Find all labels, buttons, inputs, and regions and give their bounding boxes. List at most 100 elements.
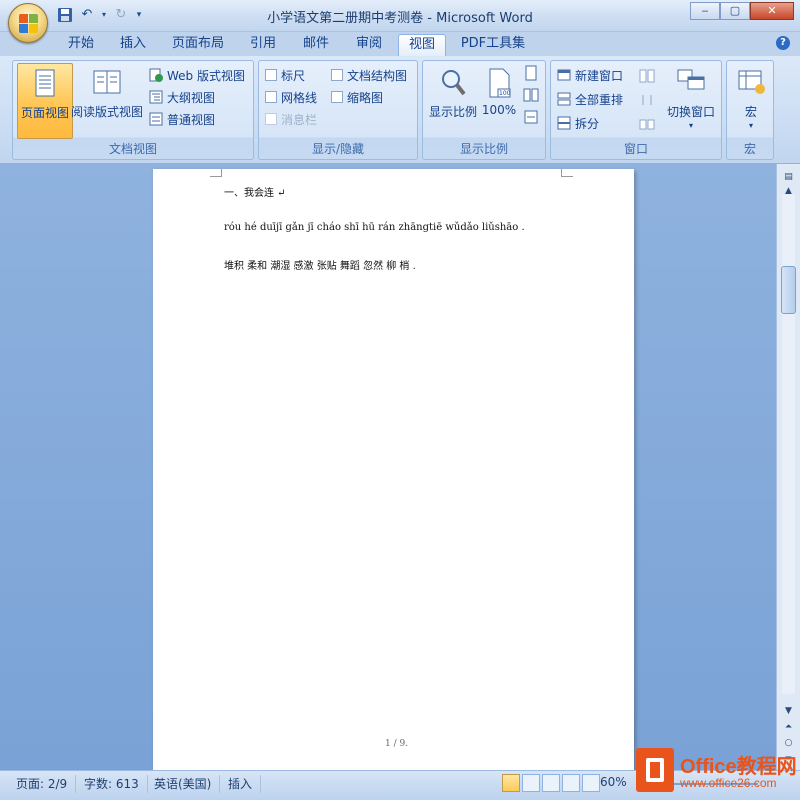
watermark-url: www.office26.com bbox=[680, 776, 777, 790]
zoom-100-label: 100% bbox=[481, 103, 517, 117]
arrange-all-button[interactable]: 全部重排 bbox=[557, 89, 623, 109]
close-button[interactable]: ✕ bbox=[750, 2, 794, 20]
thumbnails-checkbox[interactable]: 缩略图 bbox=[331, 87, 383, 107]
web-layout-label: Web 版式视图 bbox=[167, 68, 245, 83]
arrange-all-icon bbox=[557, 92, 571, 106]
web-layout-icon bbox=[149, 68, 163, 82]
status-page[interactable]: 页面: 2/9 bbox=[8, 775, 77, 793]
gridlines-checkbox[interactable]: 网格线 bbox=[265, 87, 317, 107]
print-layout-view-icon[interactable] bbox=[502, 774, 520, 792]
draft-view-icon[interactable] bbox=[582, 774, 600, 792]
two-pages-icon[interactable] bbox=[523, 87, 539, 103]
window-title: 小学语文第二册期中考测卷 - Microsoft Word bbox=[267, 11, 533, 26]
tab-mailings[interactable]: 邮件 bbox=[296, 34, 336, 56]
draft-view-icon bbox=[149, 112, 163, 126]
page-width-icon[interactable] bbox=[523, 109, 539, 125]
tab-view[interactable]: 视图 bbox=[398, 34, 446, 56]
switch-windows-button[interactable]: 切换窗口 ▾ bbox=[663, 63, 719, 139]
previous-page-icon[interactable]: ⏶ bbox=[781, 720, 796, 734]
scroll-down-arrow-icon[interactable]: ▼ bbox=[781, 704, 796, 718]
group-zoom: 显示比例 100 100% 显示比例 bbox=[422, 60, 546, 160]
doc-heading[interactable]: 一、我会连 ↵ bbox=[224, 184, 286, 199]
group-label-macros: 宏 bbox=[743, 142, 756, 156]
arrange-all-label: 全部重排 bbox=[575, 92, 624, 107]
view-side-by-side-icon[interactable] bbox=[639, 69, 655, 83]
ribbon: 页面视图 阅读版式视图 Web 版式视图 大纲视图 普通视图 文档视图 标尺 网… bbox=[0, 56, 800, 164]
window-controls: ‒ ▢ ✕ bbox=[690, 2, 794, 20]
tab-pdf-tools[interactable]: PDF工具集 bbox=[456, 34, 530, 56]
zoom-100-button[interactable]: 100 100% bbox=[477, 63, 521, 139]
new-window-button[interactable]: 新建窗口 bbox=[557, 65, 623, 85]
document-map-checkbox[interactable]: 文档结构图 bbox=[331, 65, 407, 85]
zoom-button[interactable]: 显示比例 bbox=[425, 63, 481, 139]
minimize-button[interactable]: ‒ bbox=[690, 2, 720, 20]
status-word-count[interactable]: 字数: 613 bbox=[76, 775, 148, 793]
document-map-label: 文档结构图 bbox=[347, 68, 408, 83]
zoom-level[interactable]: 60% bbox=[600, 775, 627, 789]
tab-review[interactable]: 审阅 bbox=[349, 34, 389, 56]
synchronous-scrolling-icon[interactable] bbox=[639, 93, 655, 107]
tab-references[interactable]: 引用 bbox=[243, 34, 283, 56]
ruler-toggle-icon[interactable]: ▤ bbox=[781, 170, 796, 184]
web-layout-button[interactable]: Web 版式视图 bbox=[149, 65, 245, 85]
vertical-scrollbar[interactable]: ▤ ▲ ▼ ⏶ ○ ⏷ bbox=[776, 164, 800, 770]
maximize-button[interactable]: ▢ bbox=[720, 2, 750, 20]
page-view-icon bbox=[35, 69, 55, 97]
web-layout-view-icon[interactable] bbox=[542, 774, 560, 792]
scroll-thumb[interactable] bbox=[781, 266, 796, 314]
crop-mark-left bbox=[210, 169, 222, 177]
group-show-hide: 标尺 网格线 消息栏 文档结构图 缩略图 显示/隐藏 bbox=[258, 60, 418, 160]
crop-mark-right bbox=[561, 169, 573, 177]
outline-view-icon[interactable] bbox=[562, 774, 580, 792]
gridlines-check-box[interactable] bbox=[265, 91, 277, 103]
message-bar-check-box bbox=[265, 113, 277, 125]
outline-view-label: 大纲视图 bbox=[167, 90, 216, 105]
zoom-100-badge: 100 bbox=[499, 90, 511, 97]
split-label: 拆分 bbox=[575, 116, 600, 131]
split-icon bbox=[557, 116, 571, 130]
office-button[interactable] bbox=[8, 3, 48, 43]
view-shortcuts bbox=[502, 774, 600, 792]
reading-view-label: 阅读版式视图 bbox=[71, 105, 144, 119]
watermark: Office教程网 www.office26.com bbox=[636, 748, 800, 800]
page-view-label: 页面视图 bbox=[20, 106, 69, 120]
one-page-icon[interactable] bbox=[523, 65, 539, 81]
help-icon[interactable]: ? bbox=[776, 36, 790, 50]
status-language[interactable]: 英语(美国) bbox=[146, 775, 221, 793]
status-insert-mode[interactable]: 插入 bbox=[220, 775, 262, 793]
macros-label: 宏 bbox=[744, 105, 757, 119]
document-workspace: 一、我会连 ↵ róu hé duījī gǎn jī cháo shī hū … bbox=[0, 164, 776, 770]
thumbnails-label: 缩略图 bbox=[347, 90, 384, 105]
split-button[interactable]: 拆分 bbox=[557, 113, 599, 133]
group-label-document-views: 文档视图 bbox=[108, 142, 157, 156]
doc-hanzi-line[interactable]: 堆积 柔和 潮湿 感激 张贴 舞蹈 忽然 柳 梢 . bbox=[224, 257, 416, 272]
new-window-icon bbox=[557, 69, 571, 81]
macros-button[interactable]: 宏 ▾ bbox=[723, 63, 779, 139]
group-document-views: 页面视图 阅读版式视图 Web 版式视图 大纲视图 普通视图 文档视图 bbox=[12, 60, 254, 160]
tab-home[interactable]: 开始 bbox=[60, 34, 102, 56]
thumbnails-check-box[interactable] bbox=[331, 91, 343, 103]
document-page[interactable]: 一、我会连 ↵ róu hé duījī gǎn jī cháo shī hū … bbox=[153, 169, 634, 770]
draft-view-button[interactable]: 普通视图 bbox=[149, 109, 215, 129]
group-label-zoom: 显示比例 bbox=[459, 142, 508, 156]
switch-windows-dropdown-icon: ▾ bbox=[688, 121, 693, 130]
group-window: 新建窗口 全部重排 拆分 切换窗口 ▾ 窗口 bbox=[550, 60, 722, 160]
tab-page-layout[interactable]: 页面布局 bbox=[165, 34, 231, 56]
outline-view-button[interactable]: 大纲视图 bbox=[149, 87, 215, 107]
ruler-checkbox[interactable]: 标尺 bbox=[265, 65, 305, 85]
message-bar-checkbox: 消息栏 bbox=[265, 109, 317, 129]
ribbon-tabs: 开始 插入 页面布局 引用 邮件 审阅 视图 PDF工具集 ? bbox=[0, 32, 800, 56]
full-screen-reading-view-icon[interactable] bbox=[522, 774, 540, 792]
switch-windows-icon bbox=[677, 69, 705, 90]
office-logo-icon bbox=[19, 14, 39, 34]
doc-pinyin-line[interactable]: róu hé duījī gǎn jī cháo shī hū rán zhān… bbox=[224, 222, 525, 233]
page-view-button[interactable]: 页面视图 bbox=[17, 63, 73, 139]
ruler-check-box[interactable] bbox=[265, 69, 277, 81]
reading-view-button[interactable]: 阅读版式视图 bbox=[71, 63, 143, 139]
tab-insert[interactable]: 插入 bbox=[112, 34, 154, 56]
reset-window-position-icon[interactable] bbox=[639, 117, 655, 131]
reading-view-icon bbox=[93, 70, 121, 94]
outline-view-icon bbox=[149, 90, 163, 104]
document-map-check-box[interactable] bbox=[331, 69, 343, 81]
title-bar: ↶ ▾ ↻ ▾ 小学语文第二册期中考测卷 - Microsoft Word ‒ … bbox=[0, 0, 800, 32]
